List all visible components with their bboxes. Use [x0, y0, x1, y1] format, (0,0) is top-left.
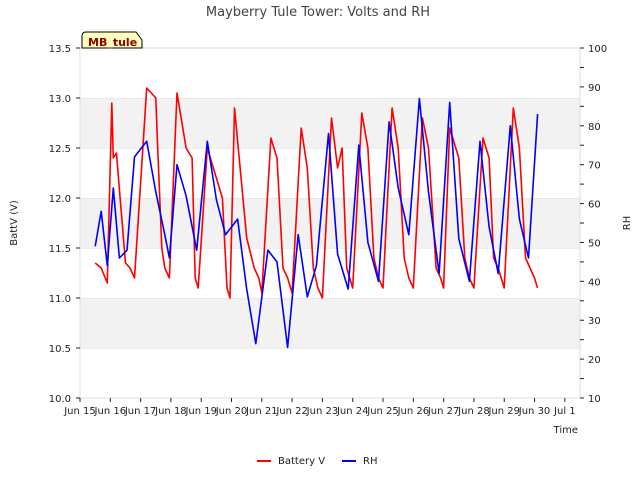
- y-right-tick-label: 10: [588, 394, 601, 405]
- x-tick-label: Jun 19: [184, 406, 217, 417]
- legend-label-battery-v: Battery V: [278, 456, 325, 467]
- y-left-tick-label: 10.5: [49, 344, 71, 355]
- grid-band: [80, 298, 580, 348]
- x-tick-label: Jun 20: [215, 406, 248, 417]
- y-right-tick-label: 70: [588, 161, 601, 172]
- x-tick-label: Jun 16: [94, 406, 127, 417]
- x-axis-label: Time: [553, 425, 578, 436]
- y-left-tick-label: 11.5: [49, 244, 71, 255]
- legend-label-rh: RH: [363, 456, 377, 467]
- y-axis-left-label: BattV (V): [9, 200, 20, 246]
- grid-band: [80, 198, 580, 248]
- x-tick-label: Jul 1: [553, 406, 576, 417]
- x-tick-label: Jun 28: [457, 406, 490, 417]
- grid-bands: [80, 47, 580, 398]
- grid-band: [80, 48, 580, 98]
- y-axis-right: 10 20 30 40 50 60 70 80 90 100: [580, 44, 607, 405]
- y-right-tick-label: 50: [588, 238, 601, 249]
- y-right-tick-label: 80: [588, 122, 601, 133]
- chart-title: Mayberry Tule Tower: Volts and RH: [206, 5, 430, 20]
- y-right-tick-label: 100: [588, 44, 607, 55]
- y-left-tick-label: 13.5: [49, 44, 71, 55]
- y-right-tick-label: 40: [588, 277, 601, 288]
- y-left-tick-label: 11.0: [49, 294, 71, 305]
- x-tick-label: Jun 29: [487, 406, 520, 417]
- legend: Battery V RH: [257, 456, 377, 467]
- x-tick-label: Jun 15: [63, 406, 96, 417]
- x-tick-label: Jun 21: [245, 406, 278, 417]
- x-tick-label: Jun 24: [336, 406, 369, 417]
- y-right-tick-label: 30: [588, 316, 601, 327]
- y-left-tick-label: 12.0: [49, 194, 71, 205]
- x-tick-label: Jun 26: [397, 406, 430, 417]
- x-tick-label: Jun 18: [154, 406, 187, 417]
- x-tick-label: Jun 22: [275, 406, 308, 417]
- y-axis-left: 10.0 10.5 11.0 11.5 12.0 12.5 13.0 13.5: [49, 44, 80, 405]
- x-tick-label: Jun 17: [124, 406, 157, 417]
- y-left-tick-label: 10.0: [49, 394, 71, 405]
- x-tick-label: Jun 30: [518, 406, 551, 417]
- y-right-tick-label: 20: [588, 355, 601, 366]
- x-tick-label: Jun 27: [427, 406, 460, 417]
- y-axis-right-label: RH: [622, 216, 633, 230]
- x-axis: Jun 15Jun 16Jun 17Jun 18Jun 19Jun 20Jun …: [63, 398, 576, 417]
- x-tick-label: Jun 23: [306, 406, 339, 417]
- y-left-tick-label: 12.5: [49, 144, 71, 155]
- station-badge: MB_tule: [81, 31, 143, 49]
- y-right-tick-label: 60: [588, 200, 601, 211]
- y-right-tick-label: 90: [588, 83, 601, 94]
- y-left-tick-label: 13.0: [49, 94, 71, 105]
- grid-band: [80, 348, 580, 398]
- station-badge-label: MB_tule: [88, 36, 137, 49]
- chart: Mayberry Tule Tower: Volts and RH Jun 15…: [9, 5, 633, 467]
- x-tick-label: Jun 25: [366, 406, 399, 417]
